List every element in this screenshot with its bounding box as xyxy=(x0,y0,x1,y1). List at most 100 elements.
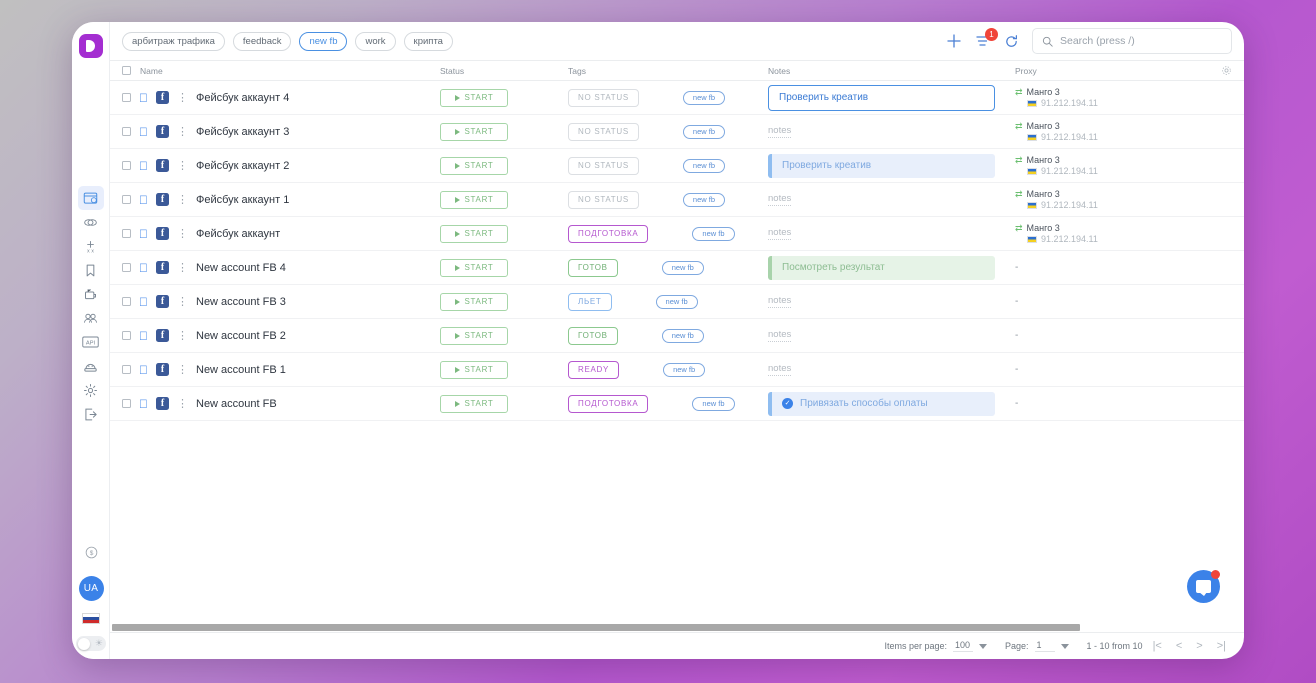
scrollbar-thumb[interactable] xyxy=(112,624,1080,631)
next-page-button[interactable]: > xyxy=(1192,640,1206,652)
scrollbar-track[interactable] xyxy=(110,624,1244,631)
note-placeholder[interactable]: notes xyxy=(768,227,791,240)
sidebar-item-proxies[interactable] xyxy=(78,210,104,234)
table-row[interactable]: f⋮Фейсбук аккаунт 3STARTNO STATUSnew fb… xyxy=(110,115,1244,149)
table-row[interactable]: f⋮New account FBSTARTПОДГОТОВКАnew fb✓П… xyxy=(110,387,1244,421)
table-row[interactable]: f⋮New account FB 4STARTГОТОВnew fbПосмо… xyxy=(110,251,1244,285)
filter-chip[interactable]: feedback xyxy=(233,32,292,51)
sidebar-item-api[interactable]: API xyxy=(78,330,104,354)
tag-pill[interactable]: new fb xyxy=(692,227,734,241)
filter-chip[interactable]: крипта xyxy=(404,32,453,51)
sidebar-item-extensions[interactable]: xx xyxy=(78,234,104,258)
tag-pill[interactable]: new fb xyxy=(692,397,734,411)
row-checkbox[interactable] xyxy=(122,127,131,136)
proxy-name[interactable]: ⇄Манго 3 xyxy=(1015,189,1220,199)
table-row[interactable]: f⋮New account FB 3STARTЛЬЕТnew fbnotes- xyxy=(110,285,1244,319)
proxy-empty[interactable]: - xyxy=(1015,398,1018,409)
tag-pill[interactable]: new fb xyxy=(662,329,704,343)
row-checkbox[interactable] xyxy=(122,93,131,102)
status-badge[interactable]: ГОТОВ xyxy=(568,259,618,277)
proxy-name[interactable]: ⇄Манго 3 xyxy=(1015,223,1220,233)
intercom-chat-button[interactable] xyxy=(1187,570,1220,603)
start-button[interactable]: START xyxy=(440,327,508,345)
plus-icon[interactable] xyxy=(946,33,962,49)
proxy-empty[interactable]: - xyxy=(1015,262,1018,273)
refresh-icon[interactable] xyxy=(1004,34,1019,49)
sidebar-item-automation[interactable] xyxy=(78,282,104,306)
table-row[interactable]: f⋮Фейсбук аккаунтSTARTПОДГОТОВКАnew fbn… xyxy=(110,217,1244,251)
sidebar-item-team[interactable] xyxy=(78,306,104,330)
proxy-empty[interactable]: - xyxy=(1015,296,1018,307)
tag-pill[interactable]: new fb xyxy=(656,295,698,309)
table-row[interactable]: f⋮Фейсбук аккаунт 1STARTNO STATUSnew fb… xyxy=(110,183,1244,217)
tag-pill[interactable]: new fb xyxy=(683,125,725,139)
row-menu-icon[interactable]: ⋮ xyxy=(177,196,185,204)
row-checkbox[interactable] xyxy=(122,399,131,408)
table-row[interactable]: f⋮New account FB 2STARTГОТОВnew fbnotes… xyxy=(110,319,1244,353)
row-checkbox[interactable] xyxy=(122,331,131,340)
proxy-empty[interactable]: - xyxy=(1015,330,1018,341)
note-placeholder[interactable]: notes xyxy=(768,193,791,206)
sidebar-item-bookmarks[interactable] xyxy=(78,258,104,282)
table-row[interactable]: f⋮Фейсбук аккаунт 2STARTNO STATUSnew fb… xyxy=(110,149,1244,183)
prev-page-button[interactable]: < xyxy=(1172,640,1186,652)
horizontal-scrollbar[interactable] xyxy=(110,621,1244,632)
start-button[interactable]: START xyxy=(440,191,508,209)
status-badge[interactable]: NO STATUS xyxy=(568,123,639,141)
row-checkbox[interactable] xyxy=(122,263,131,272)
row-menu-icon[interactable]: ⋮ xyxy=(177,162,185,170)
row-menu-icon[interactable]: ⋮ xyxy=(177,264,185,272)
tag-pill[interactable]: new fb xyxy=(683,193,725,207)
start-button[interactable]: START xyxy=(440,293,508,311)
row-menu-icon[interactable]: ⋮ xyxy=(177,128,185,136)
status-badge[interactable]: ЛЬЕТ xyxy=(568,293,612,311)
note-placeholder[interactable]: notes xyxy=(768,363,791,376)
filter-chip[interactable]: new fb xyxy=(299,32,347,51)
table-settings-gear-icon[interactable] xyxy=(1220,65,1244,76)
tag-pill[interactable]: new fb xyxy=(663,363,705,377)
start-button[interactable]: START xyxy=(440,395,508,413)
row-menu-icon[interactable]: ⋮ xyxy=(177,230,185,238)
table-row[interactable]: f⋮New account FB 1STARTREADYnew fbnotes… xyxy=(110,353,1244,387)
proxy-name[interactable]: ⇄Манго 3 xyxy=(1015,87,1220,97)
tag-pill[interactable]: new fb xyxy=(662,261,704,275)
status-badge[interactable]: ПОДГОТОВКА xyxy=(568,225,648,243)
row-checkbox[interactable] xyxy=(122,297,131,306)
last-page-button[interactable]: >| xyxy=(1213,640,1230,652)
dollar-circle-icon[interactable]: $ xyxy=(78,540,104,564)
row-checkbox[interactable] xyxy=(122,229,131,238)
status-badge[interactable]: NO STATUS xyxy=(568,157,639,175)
note-placeholder[interactable]: notes xyxy=(768,295,791,308)
proxy-name[interactable]: ⇄Манго 3 xyxy=(1015,121,1220,131)
filter-chip[interactable]: work xyxy=(355,32,395,51)
select-all-checkbox[interactable] xyxy=(122,66,131,75)
note-input[interactable]: Проверить креатив xyxy=(768,85,995,111)
first-page-button[interactable]: |< xyxy=(1149,640,1166,652)
note-banner[interactable]: Проверить креатив xyxy=(768,154,995,178)
start-button[interactable]: START xyxy=(440,361,508,379)
search-input[interactable] xyxy=(1060,35,1222,47)
note-banner[interactable]: Посмотреть результат xyxy=(768,256,995,280)
row-checkbox[interactable] xyxy=(122,161,131,170)
start-button[interactable]: START xyxy=(440,123,508,141)
note-placeholder[interactable]: notes xyxy=(768,329,791,342)
tag-pill[interactable]: new fb xyxy=(683,159,725,173)
russia-flag-icon[interactable] xyxy=(82,613,100,624)
note-banner[interactable]: ✓Привязать способы оплаты xyxy=(768,392,995,416)
chevron-down-icon[interactable] xyxy=(979,644,987,649)
start-button[interactable]: START xyxy=(440,89,508,107)
row-menu-icon[interactable]: ⋮ xyxy=(177,332,185,340)
avatar[interactable]: UA xyxy=(79,576,104,601)
page-select[interactable]: 1 xyxy=(1035,640,1055,652)
row-menu-icon[interactable]: ⋮ xyxy=(177,94,185,102)
sidebar-item-settings[interactable] xyxy=(78,378,104,402)
row-menu-icon[interactable]: ⋮ xyxy=(177,298,185,306)
proxy-name[interactable]: ⇄Манго 3 xyxy=(1015,155,1220,165)
start-button[interactable]: START xyxy=(440,157,508,175)
chevron-down-icon[interactable] xyxy=(1061,644,1069,649)
status-badge[interactable]: ГОТОВ xyxy=(568,327,618,345)
proxy-empty[interactable]: - xyxy=(1015,364,1018,375)
tag-pill[interactable]: new fb xyxy=(683,91,725,105)
search-box[interactable] xyxy=(1032,28,1232,54)
sidebar-item-logout[interactable] xyxy=(78,402,104,426)
